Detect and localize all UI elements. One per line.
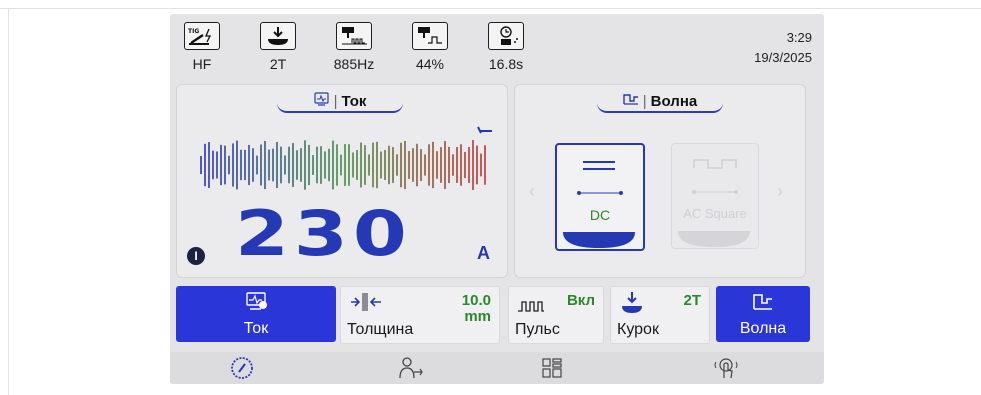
wave-button[interactable]: Волна <box>716 286 810 342</box>
clock: 3:29 19/3/2025 <box>754 28 812 68</box>
pulse-duty-icon <box>412 22 448 50</box>
wave-option-dc[interactable]: DC <box>555 143 645 251</box>
function-button-row: Ток 10.0 mm Толщина Вкл Пульс 2T Курок В… <box>176 286 810 344</box>
ac-square-wave-icon <box>692 159 738 194</box>
wave-icon <box>623 92 639 110</box>
torch-icon <box>477 126 492 134</box>
nav-menu[interactable] <box>532 355 572 381</box>
wave-panel[interactable]: | Волна ‹ › DC AC Square <box>514 84 806 278</box>
dc-bowl-icon <box>563 232 635 248</box>
status-process[interactable]: TIG HF <box>172 22 232 72</box>
current-panel[interactable]: | Ток I 230 A <box>176 84 508 278</box>
touch-icon <box>714 358 738 379</box>
current-panel-tab[interactable]: | Ток <box>277 91 403 113</box>
thickness-button-label: Толщина <box>347 321 414 338</box>
clock-time: 3:29 <box>786 30 812 45</box>
pulse-button-label: Пульс <box>515 321 560 338</box>
status-duty[interactable]: 44% <box>400 22 460 72</box>
wave-option-dc-label: DC <box>589 207 611 223</box>
nav-touch[interactable] <box>706 355 746 381</box>
bottom-nav <box>170 352 824 384</box>
wave-option-ac-label: AC Square <box>683 206 747 221</box>
thickness-button[interactable]: 10.0 mm Толщина <box>340 286 500 344</box>
pulse-button[interactable]: Вкл Пульс <box>508 286 604 344</box>
wave-icon <box>753 294 772 310</box>
gauge-icon <box>231 357 253 379</box>
nav-gauge[interactable] <box>222 355 262 381</box>
trigger-value: 2T <box>683 292 701 309</box>
current-chart-icon <box>313 92 330 110</box>
wave-panel-tab[interactable]: | Волна <box>597 91 723 113</box>
dc-wave-icon <box>577 161 623 195</box>
pulse-frequency-icon <box>336 22 372 50</box>
post-gas-timer-icon <box>488 22 524 50</box>
status-trigger-value: 2T <box>269 56 287 72</box>
wave-panel-title: Волна <box>650 92 698 110</box>
nav-welder[interactable] <box>390 355 430 381</box>
thickness-icon <box>351 293 381 311</box>
pulse-value: Вкл <box>566 292 595 309</box>
status-postgas[interactable]: 16.8s <box>476 22 536 72</box>
welder-screen: TIG HF 2T 885Hz 44% 16.8s 3:29 19/3/2025… <box>170 14 824 384</box>
current-waveform-graphic <box>200 140 486 190</box>
status-frequency[interactable]: 885Hz <box>324 22 384 72</box>
status-postgas-value: 16.8s <box>488 56 524 72</box>
tab-separator: | <box>642 92 647 110</box>
current-button-label: Ток <box>243 320 269 337</box>
wave-button-label: Волна <box>739 320 787 337</box>
status-frequency-value: 885Hz <box>333 56 375 72</box>
current-marker-icon: I <box>187 247 205 265</box>
current-panel-title: Ток <box>341 92 367 110</box>
page-border-top <box>0 8 981 9</box>
trigger-button[interactable]: 2T Курок <box>610 286 710 344</box>
status-bar: TIG HF 2T 885Hz 44% 16.8s 3:29 19/3/2025 <box>170 14 824 78</box>
tab-separator: | <box>333 92 338 110</box>
page-border-left <box>8 8 9 395</box>
tig-hf-icon: TIG <box>184 22 220 50</box>
current-unit: A <box>477 243 490 263</box>
current-chart-icon <box>246 292 267 310</box>
current-button[interactable]: Ток <box>176 286 336 342</box>
wave-option-ac-square[interactable]: AC Square <box>671 143 759 249</box>
wave-next-arrow-icon[interactable]: › <box>777 181 783 202</box>
ac-bowl-icon <box>678 231 750 247</box>
wave-prev-arrow-icon[interactable]: ‹ <box>529 181 535 202</box>
trigger-mode-icon <box>260 22 296 50</box>
current-value[interactable]: 230 <box>235 197 412 270</box>
status-trigger[interactable]: 2T <box>248 22 308 72</box>
status-duty-value: 44% <box>415 56 445 72</box>
pulse-icon <box>518 301 544 312</box>
trigger-mode-icon <box>622 292 642 313</box>
menu-grid-icon <box>542 358 562 378</box>
clock-date: 19/3/2025 <box>754 50 812 65</box>
thickness-value: 10.0 <box>461 292 491 309</box>
trigger-button-label: Курок <box>617 321 659 338</box>
welder-icon <box>399 357 423 379</box>
status-process-value: HF <box>192 56 212 72</box>
svg-text:TIG: TIG <box>188 28 199 35</box>
